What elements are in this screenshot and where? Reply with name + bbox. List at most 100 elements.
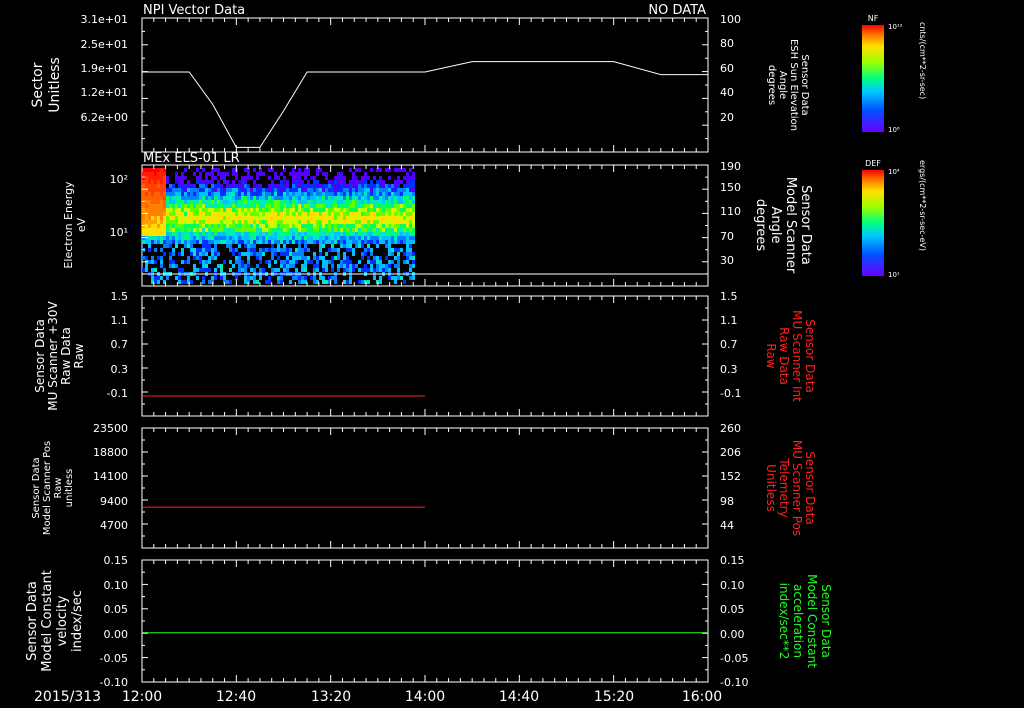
heatmap-cell xyxy=(154,220,157,224)
y-tick: 1.1 xyxy=(111,314,129,327)
heatmap-cell xyxy=(322,224,325,228)
heatmap-cell xyxy=(238,260,241,264)
heatmap-cell xyxy=(346,244,349,248)
heatmap-cell xyxy=(313,188,316,192)
heatmap-cell xyxy=(259,256,262,260)
heatmap-cell xyxy=(280,280,283,284)
heatmap-cell xyxy=(364,264,367,268)
heatmap-cell xyxy=(340,232,343,236)
heatmap-cell xyxy=(238,232,241,236)
heatmap-cell xyxy=(283,228,286,232)
heatmap-cell xyxy=(157,216,160,220)
heatmap-cell xyxy=(298,196,301,200)
heatmap-cell xyxy=(160,204,163,208)
heatmap-cell xyxy=(241,224,244,228)
heatmap-cell xyxy=(319,184,322,188)
heatmap-cell xyxy=(307,216,310,220)
heatmap-cell xyxy=(172,188,175,192)
heatmap-cell xyxy=(379,200,382,204)
heatmap-cell xyxy=(208,200,211,204)
heatmap-cell xyxy=(307,256,310,260)
heatmap-cell xyxy=(148,184,151,188)
heatmap-cell xyxy=(169,204,172,208)
heatmap-cell xyxy=(409,188,412,192)
heatmap-cell xyxy=(361,200,364,204)
heatmap-cell xyxy=(316,212,319,216)
heatmap-cell xyxy=(178,192,181,196)
heatmap-cell xyxy=(355,188,358,192)
heatmap-cell xyxy=(361,256,364,260)
heatmap-cell xyxy=(397,224,400,228)
heatmap-cell xyxy=(328,192,331,196)
heatmap-cell xyxy=(253,244,256,248)
heatmap-cell xyxy=(232,172,235,176)
heatmap-cell xyxy=(196,248,199,252)
heatmap-cell xyxy=(268,228,271,232)
heatmap-cell xyxy=(277,208,280,212)
heatmap-cell xyxy=(178,188,181,192)
heatmap-cell xyxy=(331,264,334,268)
y-tick: 44 xyxy=(720,519,734,532)
heatmap-cell xyxy=(367,224,370,228)
svg-text:eV: eV xyxy=(75,217,88,232)
heatmap-cell xyxy=(325,176,328,180)
heatmap-cell xyxy=(148,200,151,204)
heatmap-cell xyxy=(172,184,175,188)
heatmap-cell xyxy=(226,240,229,244)
heatmap-cell xyxy=(346,188,349,192)
heatmap-cell xyxy=(190,240,193,244)
heatmap-cell xyxy=(382,208,385,212)
heatmap-cell xyxy=(349,200,352,204)
heatmap-cell xyxy=(172,240,175,244)
x-tick: 15:20 xyxy=(594,689,634,705)
heatmap-cell xyxy=(316,220,319,224)
heatmap-cell xyxy=(298,240,301,244)
heatmap-cell xyxy=(382,184,385,188)
heatmap-cell xyxy=(253,184,256,188)
heatmap-cell xyxy=(280,200,283,204)
heatmap-cell xyxy=(373,208,376,212)
heatmap-cell xyxy=(364,232,367,236)
heatmap-cell xyxy=(142,268,145,272)
heatmap-cell xyxy=(298,212,301,216)
heatmap-cell xyxy=(142,240,145,244)
heatmap-cell xyxy=(268,208,271,212)
heatmap-cell xyxy=(394,224,397,228)
heatmap-cell xyxy=(181,220,184,224)
x-tick: 16:00 xyxy=(682,689,722,705)
heatmap-cell xyxy=(238,268,241,272)
heatmap-cell xyxy=(376,188,379,192)
heatmap-cell xyxy=(259,172,262,176)
heatmap-cell xyxy=(193,184,196,188)
heatmap-cell xyxy=(205,252,208,256)
heatmap-cell xyxy=(337,252,340,256)
heatmap-cell xyxy=(223,208,226,212)
heatmap-cell xyxy=(385,216,388,220)
heatmap-cell xyxy=(253,200,256,204)
heatmap-cell xyxy=(166,220,169,224)
heatmap-cell xyxy=(406,208,409,212)
heatmap-cell xyxy=(175,228,178,232)
y-tick: 3.1e+01 xyxy=(81,13,128,26)
y-tick: 70 xyxy=(720,230,734,243)
heatmap-cell xyxy=(247,192,250,196)
heatmap-cell xyxy=(403,192,406,196)
heatmap-cell xyxy=(145,232,148,236)
heatmap-cell xyxy=(286,200,289,204)
heatmap-cell xyxy=(367,212,370,216)
heatmap-cell xyxy=(343,180,346,184)
heatmap-cell xyxy=(223,220,226,224)
heatmap-cell xyxy=(358,208,361,212)
heatmap-cell xyxy=(151,180,154,184)
heatmap-cell xyxy=(289,212,292,216)
heatmap-cell xyxy=(271,268,274,272)
heatmap-cell xyxy=(172,236,175,240)
heatmap-cell xyxy=(217,228,220,232)
heatmap-cell xyxy=(319,220,322,224)
heatmap-cell xyxy=(340,200,343,204)
heatmap-cell xyxy=(298,280,301,284)
heatmap-cell xyxy=(301,264,304,268)
heatmap-cell xyxy=(346,232,349,236)
heatmap-cell xyxy=(163,196,166,200)
heatmap-cell xyxy=(187,228,190,232)
